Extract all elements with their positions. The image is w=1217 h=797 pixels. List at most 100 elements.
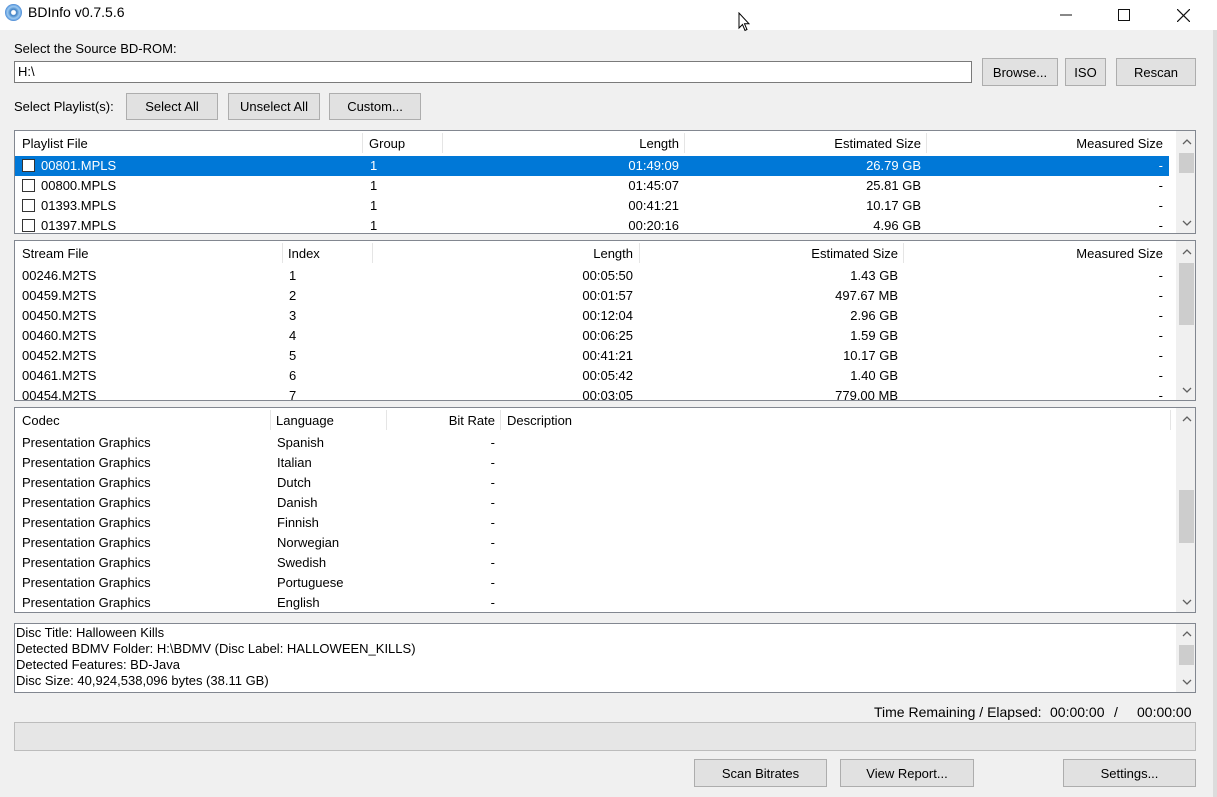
disc-info-textarea[interactable]: Disc Title: Halloween Kills Detected BDM… xyxy=(14,623,1196,693)
playlist-row[interactable]: 01397.MPLS 1 00:20:16 4.96 GB - xyxy=(15,216,1169,233)
header-divider[interactable] xyxy=(442,133,443,153)
header-measured-size[interactable]: Measured Size xyxy=(906,241,1163,265)
playlist-group: 1 xyxy=(370,218,378,233)
codec-row[interactable]: Presentation Graphics Dutch - xyxy=(15,473,1169,493)
rescan-button[interactable]: Rescan xyxy=(1116,58,1196,86)
header-divider[interactable] xyxy=(903,243,904,263)
codec-name: Presentation Graphics xyxy=(22,435,151,450)
playlist-list[interactable]: Playlist File Group Length Estimated Siz… xyxy=(14,130,1196,234)
codec-row[interactable]: Presentation Graphics Swedish - xyxy=(15,553,1169,573)
header-length[interactable]: Length xyxy=(445,131,679,155)
maximize-button[interactable] xyxy=(1095,0,1153,30)
stream-length: 00:12:04 xyxy=(582,308,633,323)
chevron-down-icon[interactable] xyxy=(1177,214,1195,231)
chevron-up-icon[interactable] xyxy=(1177,133,1195,150)
stream-scrollbar[interactable] xyxy=(1176,241,1195,400)
playlist-checkbox[interactable] xyxy=(22,159,35,172)
header-divider[interactable] xyxy=(1170,410,1171,430)
stream-row[interactable]: 00450.M2TS 3 00:12:04 2.96 GB - xyxy=(15,306,1169,326)
codec-row[interactable]: Presentation Graphics English - xyxy=(15,593,1169,612)
header-language[interactable]: Language xyxy=(276,408,386,432)
codec-bit-rate: - xyxy=(490,555,495,570)
minimize-button[interactable] xyxy=(1037,0,1095,30)
header-bit-rate[interactable]: Bit Rate xyxy=(389,408,495,432)
codec-bit-rate: - xyxy=(490,455,495,470)
codec-row[interactable]: Presentation Graphics Italian - xyxy=(15,453,1169,473)
view-report-button[interactable]: View Report... xyxy=(840,759,974,787)
stream-estimated-size: 1.59 GB xyxy=(850,328,898,343)
codec-language: Portuguese xyxy=(277,575,344,590)
header-divider[interactable] xyxy=(500,410,501,430)
codec-row[interactable]: Presentation Graphics Portuguese - xyxy=(15,573,1169,593)
disc-info-line: Detected BDMV Folder: H:\BDMV (Disc Labe… xyxy=(16,641,416,656)
source-path-input[interactable]: H:\ xyxy=(14,61,972,83)
playlist-row[interactable]: 01393.MPLS 1 00:41:21 10.17 GB - xyxy=(15,196,1169,216)
iso-button[interactable]: ISO xyxy=(1065,58,1106,86)
codec-row[interactable]: Presentation Graphics Danish - xyxy=(15,493,1169,513)
header-divider[interactable] xyxy=(386,410,387,430)
scroll-thumb[interactable] xyxy=(1179,153,1194,173)
chevron-down-icon[interactable] xyxy=(1177,381,1195,398)
stream-row[interactable]: 00452.M2TS 5 00:41:21 10.17 GB - xyxy=(15,346,1169,366)
stream-row[interactable]: 00246.M2TS 1 00:05:50 1.43 GB - xyxy=(15,266,1169,286)
header-divider[interactable] xyxy=(362,133,363,153)
codec-name: Presentation Graphics xyxy=(22,595,151,610)
unselect-all-button[interactable]: Unselect All xyxy=(228,93,320,120)
close-button[interactable] xyxy=(1154,0,1212,30)
chevron-up-icon[interactable] xyxy=(1177,243,1195,260)
codec-scrollbar[interactable] xyxy=(1176,408,1195,612)
header-divider[interactable] xyxy=(282,243,283,263)
stream-row[interactable]: 00459.M2TS 2 00:01:57 497.67 MB - xyxy=(15,286,1169,306)
playlist-scrollbar[interactable] xyxy=(1176,131,1195,233)
codec-list[interactable]: Codec Language Bit Rate Description Pres… xyxy=(14,407,1196,613)
select-all-button[interactable]: Select All xyxy=(126,93,218,120)
header-divider[interactable] xyxy=(372,243,373,263)
codec-description xyxy=(507,593,1107,612)
header-estimated-size[interactable]: Estimated Size xyxy=(687,131,921,155)
codec-description xyxy=(507,573,1107,593)
header-stream-file[interactable]: Stream File xyxy=(22,241,282,265)
browse-button[interactable]: Browse... xyxy=(982,58,1058,86)
playlist-row[interactable]: 00801.MPLS 1 01:49:09 26.79 GB - xyxy=(15,156,1169,176)
settings-button[interactable]: Settings... xyxy=(1063,759,1196,787)
stream-list[interactable]: Stream File Index Length Estimated Size … xyxy=(14,240,1196,401)
playlist-checkbox[interactable] xyxy=(22,199,35,212)
disc-info-line: Disc Title: Halloween Kills xyxy=(16,625,165,640)
select-playlists-label: Select Playlist(s): xyxy=(14,99,114,114)
header-description[interactable]: Description xyxy=(507,408,807,432)
scroll-thumb[interactable] xyxy=(1179,263,1194,325)
chevron-up-icon[interactable] xyxy=(1177,410,1195,427)
codec-row[interactable]: Presentation Graphics Norwegian - xyxy=(15,533,1169,553)
header-divider[interactable] xyxy=(270,410,271,430)
scan-bitrates-button[interactable]: Scan Bitrates xyxy=(694,759,827,787)
stream-row[interactable]: 00454.M2TS 7 00:03:05 779.00 MB - xyxy=(15,386,1169,400)
playlist-checkbox[interactable] xyxy=(22,219,35,232)
stream-file: 00461.M2TS xyxy=(22,368,97,383)
header-measured-size[interactable]: Measured Size xyxy=(929,131,1163,155)
chevron-down-icon[interactable] xyxy=(1177,593,1195,610)
scroll-thumb[interactable] xyxy=(1179,645,1194,665)
header-playlist-file[interactable]: Playlist File xyxy=(22,131,362,155)
custom-button[interactable]: Custom... xyxy=(329,93,421,120)
header-divider[interactable] xyxy=(639,243,640,263)
stream-index: 4 xyxy=(289,328,297,343)
chevron-up-icon[interactable] xyxy=(1177,625,1195,642)
playlist-length: 01:45:07 xyxy=(628,178,679,193)
playlist-checkbox[interactable] xyxy=(22,179,35,192)
header-divider[interactable] xyxy=(926,133,927,153)
header-group[interactable]: Group xyxy=(369,131,439,155)
header-length[interactable]: Length xyxy=(375,241,633,265)
stream-row[interactable]: 00461.M2TS 6 00:05:42 1.40 GB - xyxy=(15,366,1169,386)
header-index[interactable]: Index xyxy=(288,241,368,265)
playlist-row[interactable]: 00800.MPLS 1 01:45:07 25.81 GB - xyxy=(15,176,1169,196)
chevron-down-icon[interactable] xyxy=(1177,673,1195,690)
stream-row[interactable]: 00460.M2TS 4 00:06:25 1.59 GB - xyxy=(15,326,1169,346)
disc-info-scrollbar[interactable] xyxy=(1176,624,1195,692)
header-divider[interactable] xyxy=(684,133,685,153)
codec-row[interactable]: Presentation Graphics Finnish - xyxy=(15,513,1169,533)
header-estimated-size[interactable]: Estimated Size xyxy=(642,241,898,265)
header-codec[interactable]: Codec xyxy=(22,408,272,432)
codec-row[interactable]: Presentation Graphics Spanish - xyxy=(15,433,1169,453)
maximize-icon xyxy=(1118,9,1130,21)
scroll-thumb[interactable] xyxy=(1179,490,1194,543)
